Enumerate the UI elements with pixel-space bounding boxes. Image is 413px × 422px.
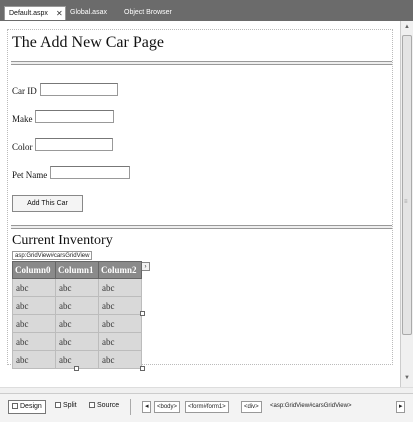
color-label: Color	[12, 142, 33, 152]
tab-label: Object Browser	[124, 9, 172, 16]
pet-name-textbox[interactable]	[50, 166, 130, 179]
smart-tag-arrow-icon[interactable]: ›	[141, 262, 150, 271]
pet-name-label: Pet Name	[12, 170, 48, 180]
page-title: The Add New Car Page	[12, 34, 164, 51]
breadcrumb-item[interactable]: <div>	[241, 401, 262, 413]
tab-object-browser[interactable]: Object Browser	[120, 6, 182, 20]
scrollbar-thumb[interactable]	[402, 35, 412, 335]
grip-icon: ≡	[404, 199, 408, 205]
tab-default-aspx[interactable]: Default.aspx ✕	[4, 6, 66, 20]
resize-handle-right[interactable]	[140, 311, 145, 316]
close-icon[interactable]: ✕	[56, 7, 63, 21]
resize-handle-corner[interactable]	[140, 366, 145, 371]
grid-cell: abc	[55, 296, 99, 315]
designer-status-bar: Design Split Source ◂ <body> <form#form1…	[0, 393, 413, 422]
inventory-title: Current Inventory	[12, 233, 113, 248]
vertical-scrollbar[interactable]: ▲ ≡ ▼	[400, 21, 413, 387]
grid-cell: abc	[55, 332, 99, 351]
grid-header-cell: Column1	[55, 261, 99, 279]
grid-cell: abc	[98, 314, 142, 333]
design-view-icon	[12, 403, 18, 410]
tab-label: Default.aspx	[9, 10, 48, 17]
design-view-button[interactable]: Design	[8, 400, 46, 414]
gridview-tag-label: asp:GridView#carsGridView	[12, 251, 93, 260]
resize-handle-bottom[interactable]	[74, 366, 79, 371]
cars-grid-view[interactable]: Column0 Column1 Column2 abc abc abc abc …	[12, 261, 142, 369]
scroll-up-arrow-icon[interactable]: ▲	[404, 24, 410, 30]
grid-cell: abc	[98, 350, 142, 369]
tab-global-asax[interactable]: Global.asax	[66, 6, 116, 20]
grid-cell: abc	[55, 278, 99, 297]
grid-cell: abc	[98, 332, 142, 351]
breadcrumb-item[interactable]: <asp:GridView#carsGridView>	[268, 401, 353, 413]
source-view-icon	[89, 402, 95, 409]
divider	[130, 399, 131, 415]
horizontal-rule	[11, 61, 392, 65]
car-id-textbox[interactable]	[40, 83, 118, 96]
make-label: Make	[12, 114, 33, 124]
horizontal-rule	[11, 225, 392, 229]
view-button-label: Design	[20, 403, 42, 410]
grid-cell: abc	[98, 296, 142, 315]
table-row: abc abc abc	[12, 332, 142, 351]
tab-label: Global.asax	[70, 9, 107, 16]
breadcrumb-forward-arrow-icon[interactable]: ▸	[396, 401, 405, 413]
grid-cell: abc	[12, 332, 56, 351]
design-surface[interactable]: The Add New Car Page Car ID Make Color P…	[0, 21, 400, 387]
source-view-button[interactable]: Source	[86, 400, 122, 414]
color-textbox[interactable]	[35, 138, 113, 151]
document-tab-strip: Default.aspx ✕ Global.asax Object Browse…	[0, 0, 413, 21]
grid-cell: abc	[98, 278, 142, 297]
grid-cell: abc	[12, 278, 56, 297]
grid-cell: abc	[12, 350, 56, 369]
make-textbox[interactable]	[35, 110, 114, 123]
view-button-label: Split	[63, 402, 77, 409]
grid-header-cell: Column0	[12, 261, 56, 279]
table-row: abc abc abc	[12, 314, 142, 333]
grid-header-cell: Column2	[98, 261, 142, 279]
grid-cell: abc	[12, 314, 56, 333]
breadcrumb-item[interactable]: <body>	[154, 401, 181, 413]
scroll-down-arrow-icon[interactable]: ▼	[404, 375, 410, 381]
table-row: abc abc abc	[12, 278, 142, 297]
split-view-button[interactable]: Split	[52, 400, 80, 414]
add-this-car-button[interactable]: Add This Car	[12, 195, 83, 212]
breadcrumb-item[interactable]: <form#form1>	[185, 401, 229, 413]
split-view-icon	[55, 402, 61, 409]
table-row: abc abc abc	[12, 296, 142, 315]
grid-cell: abc	[55, 314, 99, 333]
breadcrumb-back-arrow-icon[interactable]: ◂	[142, 401, 151, 413]
car-id-label: Car ID	[12, 86, 37, 96]
grid-cell: abc	[12, 296, 56, 315]
grid-header-row: Column0 Column1 Column2	[12, 261, 142, 279]
view-button-label: Source	[97, 402, 120, 409]
